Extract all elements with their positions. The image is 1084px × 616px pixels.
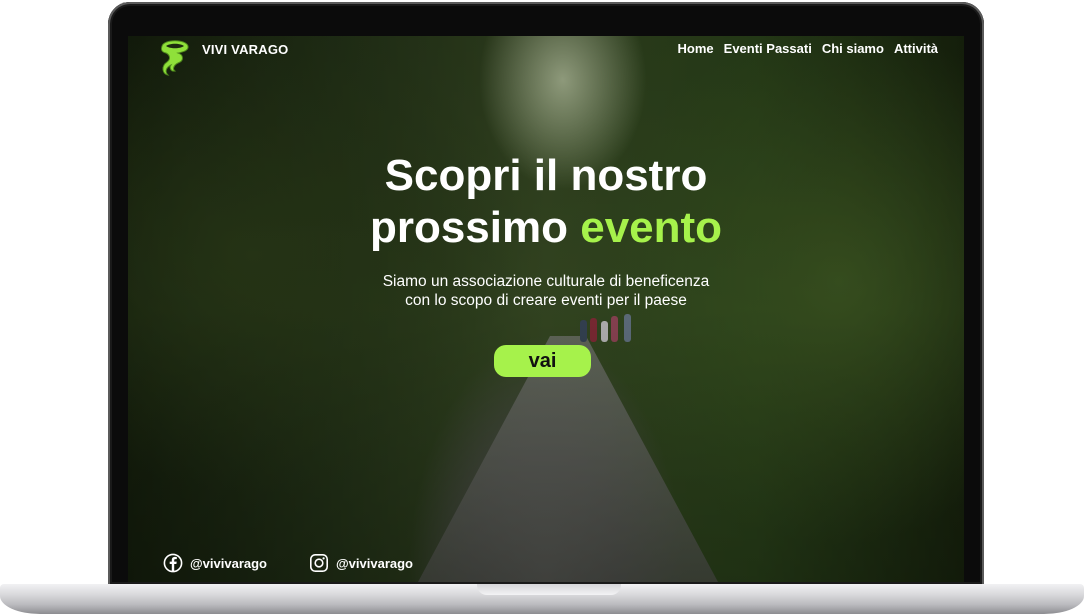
- hero-title-line1: Scopri il nostro: [384, 151, 708, 200]
- nav-attivita[interactable]: Attività: [894, 41, 938, 56]
- instagram-handle: @vivivarago: [336, 555, 413, 571]
- hero-subtitle: Siamo un associazione culturale di benef…: [128, 272, 964, 310]
- nav-eventi-passati[interactable]: Eventi Passati: [724, 41, 812, 56]
- facebook-link[interactable]: @vivivarago: [163, 553, 267, 573]
- hero-subtitle-line2: con lo scopo di creare eventi per il pae…: [405, 292, 687, 309]
- instagram-link[interactable]: @vivivarago: [309, 553, 413, 573]
- main-nav: Home Eventi Passati Chi siamo Attività: [678, 41, 938, 56]
- website-screen: VIVI VARAGO Home Eventi Passati Chi siam…: [128, 36, 964, 582]
- frog-logo-icon[interactable]: [158, 38, 192, 78]
- brand-name[interactable]: VIVI VARAGO: [202, 42, 288, 57]
- hero-title: Scopri il nostro prossimo evento: [128, 150, 964, 254]
- facebook-icon: [163, 553, 183, 573]
- facebook-handle: @vivivarago: [190, 555, 267, 571]
- vai-button[interactable]: vai: [494, 345, 591, 377]
- instagram-icon: [309, 553, 328, 572]
- nav-home[interactable]: Home: [678, 41, 714, 56]
- hero-title-accent: evento: [580, 203, 723, 252]
- hero-subtitle-line1: Siamo un associazione culturale di benef…: [382, 273, 710, 290]
- nav-chi-siamo[interactable]: Chi siamo: [822, 41, 884, 56]
- laptop-notch: [477, 584, 621, 595]
- hero-title-line2: prossimo: [369, 203, 581, 252]
